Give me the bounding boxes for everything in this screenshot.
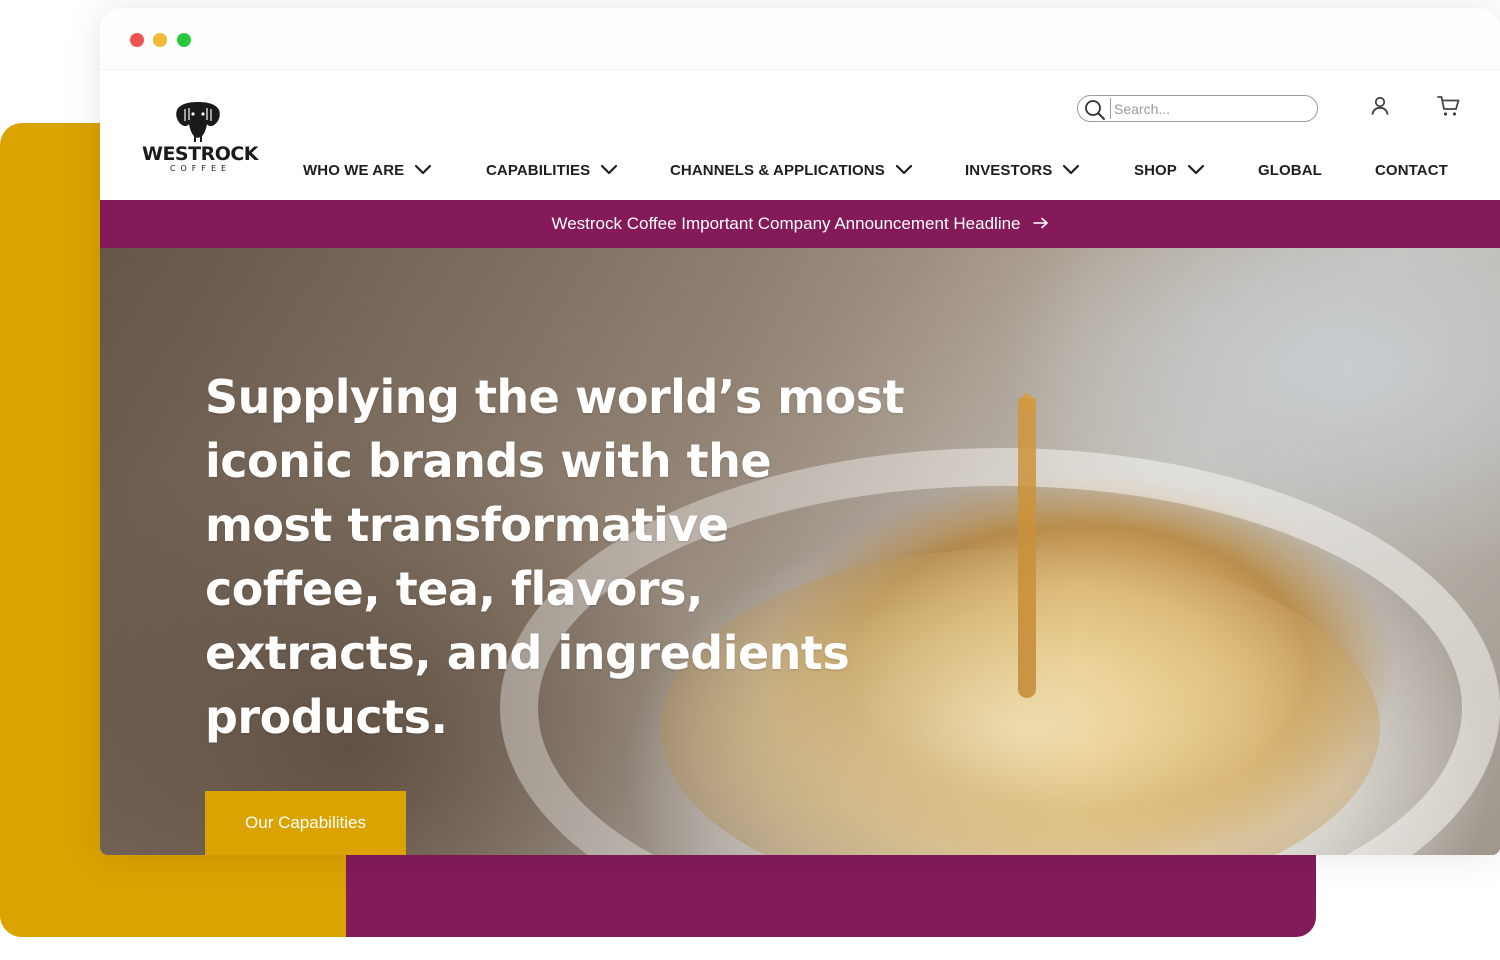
close-window-dot[interactable] — [130, 33, 144, 47]
nav-item-channels-applications[interactable]: CHANNELS & APPLICATIONS — [670, 155, 913, 185]
search-input[interactable] — [1114, 99, 1310, 118]
nav-item-global[interactable]: GLOBAL — [1258, 155, 1322, 185]
chevron-down-icon — [895, 162, 913, 179]
chevron-down-icon — [600, 162, 618, 179]
nav-item-label: CONTACT — [1375, 161, 1448, 179]
announcement-text: Westrock Coffee Important Company Announ… — [551, 214, 1021, 233]
nav-item-who-we-are[interactable]: WHO WE ARE — [303, 155, 432, 185]
arrow-right-icon — [1032, 214, 1049, 234]
nav-item-label: CHANNELS & APPLICATIONS — [670, 161, 885, 179]
nav-item-label: GLOBAL — [1258, 161, 1322, 179]
chevron-down-icon — [414, 162, 432, 179]
search-icon[interactable] — [1084, 99, 1106, 126]
nav-item-capabilities[interactable]: CAPABILITIES — [486, 155, 618, 185]
chevron-down-icon — [1187, 162, 1205, 179]
maximize-window-dot[interactable] — [177, 33, 191, 47]
search-box[interactable] — [1077, 95, 1318, 122]
elephant-head-icon — [142, 100, 254, 144]
nav-item-label: CAPABILITIES — [486, 161, 591, 179]
nav-item-label: WHO WE ARE — [303, 161, 405, 179]
nav-item-label: INVESTORS — [965, 161, 1053, 179]
nav-item-investors[interactable]: INVESTORS — [965, 155, 1080, 185]
nav-item-contact[interactable]: CONTACT — [1375, 155, 1448, 185]
browser-window: WESTROCK COFFEE Search... WHO WE ARE CAP… — [100, 8, 1500, 855]
our-capabilities-button[interactable]: Our Capabilities — [205, 791, 406, 855]
chevron-down-icon — [1062, 162, 1080, 179]
hero-section: Supplying the world’s most iconic brands… — [100, 248, 1500, 855]
user-icon[interactable] — [1368, 94, 1392, 123]
search-divider — [1110, 98, 1111, 119]
minimize-window-dot[interactable] — [153, 33, 167, 47]
nav-item-shop[interactable]: SHOP — [1134, 155, 1205, 185]
hero-title: Supplying the world’s most iconic brands… — [205, 370, 905, 744]
nav-item-label: SHOP — [1134, 161, 1177, 179]
announcement-bar[interactable]: Westrock Coffee Important Company Announ… — [100, 200, 1500, 248]
cart-icon[interactable] — [1436, 94, 1462, 123]
site-header: WESTROCK COFFEE Search... WHO WE ARE CAP… — [100, 70, 1500, 200]
browser-titlebar — [100, 8, 1500, 70]
main-nav: WHO WE ARE CAPABILITIES CHANNELS & APPLI… — [100, 155, 1500, 185]
page: WESTROCK COFFEE Search... WHO WE ARE CAP… — [0, 0, 1500, 960]
